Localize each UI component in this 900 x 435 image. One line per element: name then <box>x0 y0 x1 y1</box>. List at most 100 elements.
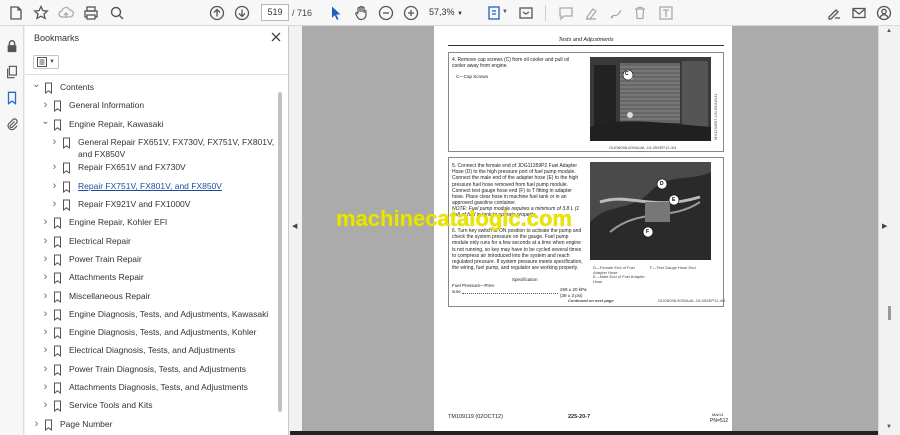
email-icon[interactable] <box>849 3 869 23</box>
chevron-right-icon[interactable]: › <box>50 162 59 174</box>
chevron-right-icon[interactable]: › <box>32 418 41 431</box>
panel-title: Bookmarks <box>34 33 80 43</box>
zoom-level-select[interactable]: 57,3% ▼ <box>426 4 466 21</box>
chevron-right-icon[interactable]: › <box>41 382 50 394</box>
zoom-search-icon[interactable] <box>107 3 127 23</box>
bookmark-icon[interactable] <box>4 90 20 106</box>
bookmark-label: Electrical Repair <box>69 236 131 247</box>
star-icon[interactable] <box>31 3 51 23</box>
bookmark-item[interactable]: › Power Train Repair <box>41 253 142 270</box>
chevron-right-icon[interactable]: › <box>41 290 50 303</box>
bookmarks-scrollbar[interactable] <box>277 84 283 432</box>
bookmark-label: Electrical Diagnosis, Tests, and Adjustm… <box>69 345 235 356</box>
pages-icon[interactable] <box>4 64 20 80</box>
chevron-down-icon[interactable]: ⌄ <box>32 80 41 94</box>
bookmark-item[interactable]: ⌄ Engine Repair, Kawasaki <box>41 116 164 135</box>
prev-page-icon[interactable] <box>207 3 227 23</box>
account-icon[interactable] <box>874 3 894 23</box>
bookmark-label-line: Repair FX751V, FX801V, and FX850V <box>78 180 222 191</box>
document-scrollbar[interactable]: ▲ ▼ <box>878 26 900 435</box>
layout-chevron-icon[interactable]: ▼ <box>502 9 508 15</box>
toolbar-separator <box>545 5 546 21</box>
bookmark-item[interactable]: › Miscellaneous Repair <box>41 290 150 307</box>
chevron-right-icon[interactable]: › <box>41 217 50 229</box>
chevron-right-icon[interactable]: › <box>50 199 59 211</box>
chevron-right-icon[interactable]: › <box>41 253 50 266</box>
bookmark-item[interactable]: › Page Number <box>32 418 112 435</box>
scrollbar-thumb[interactable] <box>278 92 282 412</box>
chevron-right-icon[interactable]: › <box>41 235 50 248</box>
bookmark-flag-icon <box>45 419 52 431</box>
read-mode-icon[interactable] <box>516 3 536 23</box>
bookmark-label-line: Repair FX921V and FX1000V <box>78 199 191 209</box>
bookmark-flag-icon <box>54 364 61 376</box>
bookmark-item[interactable]: › General Repair FX651V, FX730V, FX751V, … <box>50 136 275 159</box>
chevron-right-icon[interactable]: › <box>41 308 50 321</box>
bookmark-item[interactable]: › Electrical Repair <box>41 235 131 252</box>
scroll-down-icon[interactable]: ▼ <box>886 424 892 430</box>
bookmark-label: Engine Repair, Kawasaki <box>69 119 164 130</box>
bookmark-item[interactable]: › Engine Diagnosis, Tests, and Adjustment… <box>41 308 268 325</box>
highlight-icon[interactable] <box>581 3 601 23</box>
select-cursor-icon[interactable] <box>326 3 346 23</box>
step-4-text: 4. Remove cap screws (C) from oil cooler… <box>452 57 569 70</box>
bookmark-item[interactable]: › Repair FX751V, FX801V, and FX850V <box>50 180 222 197</box>
draw-icon[interactable] <box>606 3 626 23</box>
page-layout-icon[interactable] <box>484 3 504 23</box>
close-icon[interactable] <box>269 30 283 44</box>
chevron-right-icon[interactable]: › <box>41 272 50 284</box>
chevron-down-icon[interactable]: ⌄ <box>41 116 50 131</box>
bookmark-item[interactable]: › Engine Repair, Kohler EFI <box>41 217 167 233</box>
scrollbar-thumb[interactable] <box>888 306 891 320</box>
collapse-panel-icon[interactable]: ◀ <box>292 222 297 230</box>
chevron-right-icon[interactable]: › <box>41 327 50 339</box>
step-4-reference: OUO6098,0000A4A -19-05SEP12-3/4 <box>609 145 677 150</box>
scroll-up-icon[interactable]: ▲ <box>886 28 892 34</box>
bookmark-item[interactable]: › Engine Diagnosis, Tests, and Adjustment… <box>41 327 256 343</box>
bookmark-item[interactable]: › Power Train Diagnosis, Tests, and Adjus… <box>41 363 246 380</box>
bookmark-item[interactable]: › Electrical Diagnosis, Tests, and Adjust… <box>41 345 235 361</box>
bookmark-label: Attachments Diagnosis, Tests, and Adjust… <box>69 382 248 393</box>
comment-icon[interactable] <box>556 3 576 23</box>
chevron-right-icon[interactable]: › <box>41 100 50 112</box>
bookmark-options-button[interactable]: ▼ <box>33 55 59 69</box>
hand-tool-icon[interactable] <box>351 3 371 23</box>
lock-icon[interactable] <box>4 38 20 54</box>
bookmark-label: Power Train Diagnosis, Tests, and Adjust… <box>69 364 246 375</box>
bookmark-item[interactable]: › Service Tools and Kits <box>41 400 152 416</box>
chevron-right-icon[interactable]: › <box>41 400 50 412</box>
step-5-text: 5. Connect the female end of JDG11359P2 … <box>452 163 579 207</box>
bookmark-label-line: and FX850V <box>78 148 126 159</box>
zoom-out-icon[interactable] <box>376 3 396 23</box>
bookmark-item[interactable]: ⌄ Contents <box>32 80 94 98</box>
zoom-in-icon[interactable] <box>401 3 421 23</box>
expand-panel-icon[interactable]: ▶ <box>882 222 887 230</box>
bookmark-item[interactable]: › Repair FX651V and FX730V <box>50 162 186 178</box>
attachment-icon[interactable] <box>4 116 20 132</box>
bookmark-label-line: Engine Diagnosis, Tests, and Adjustments… <box>69 327 257 338</box>
bookmark-label-line: Service Tools and Kits <box>69 400 153 411</box>
print-icon[interactable] <box>81 3 101 23</box>
edit-sign-icon[interactable] <box>824 3 844 23</box>
footer-doc-id: TM109119 (02OCT12) <box>448 414 503 420</box>
next-page-icon[interactable] <box>232 3 252 23</box>
home-icon[interactable] <box>6 3 26 23</box>
cloud-upload-icon[interactable] <box>56 3 76 23</box>
left-rail <box>0 26 24 435</box>
bookmark-item[interactable]: › General Information <box>41 100 144 116</box>
text-select-icon[interactable] <box>656 3 676 23</box>
page-number-input[interactable]: 519 <box>261 4 289 21</box>
bookmark-item[interactable]: › Attachments Repair <box>41 272 144 288</box>
page-total: / 716 <box>292 8 313 18</box>
trash-icon[interactable] <box>630 3 650 23</box>
chevron-right-icon[interactable]: › <box>50 136 59 149</box>
bookmark-item[interactable]: › Attachments Diagnosis, Tests, and Adjus… <box>41 382 248 398</box>
step-4-legend: C—Cap Screws <box>456 74 489 79</box>
chevron-right-icon[interactable]: › <box>41 363 50 376</box>
chevron-right-icon[interactable]: › <box>50 180 59 193</box>
chevron-right-icon[interactable]: › <box>41 345 50 357</box>
legend-f: F—Test Gauge Hose End <box>650 265 696 270</box>
bookmark-item[interactable]: › Repair FX921V and FX1000V <box>50 199 190 215</box>
bookmark-flag-icon <box>63 199 70 211</box>
bookmark-flag-icon <box>63 137 70 149</box>
